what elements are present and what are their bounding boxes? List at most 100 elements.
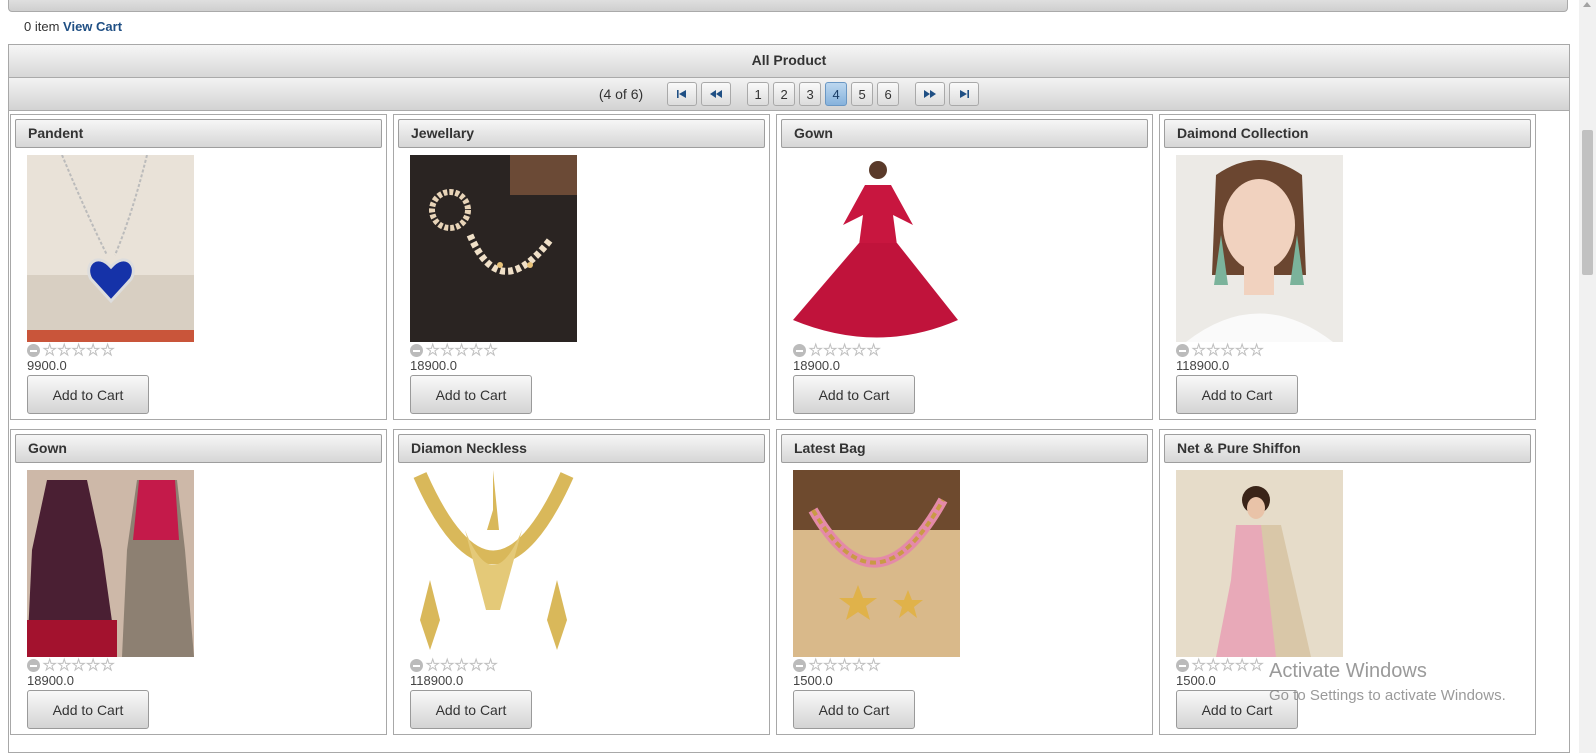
product-price: 1500.0 (1176, 673, 1216, 688)
gold-necklace-image[interactable] (410, 470, 577, 657)
first-page-icon (677, 90, 687, 98)
rating-widget[interactable]: ★ ★ ★ ★ ★ (793, 343, 881, 359)
last-page-icon (960, 90, 970, 98)
windows-activation-watermark: Activate Windows Go to Settings to activ… (1269, 660, 1506, 704)
star-icon[interactable]: ★ (866, 343, 880, 359)
star-icon[interactable]: ★ (1249, 343, 1263, 359)
product-title: Daimond Collection (1164, 119, 1531, 148)
star-icon[interactable]: ★ (425, 343, 439, 359)
page-4-button[interactable]: 4 (825, 82, 848, 106)
star-icon[interactable]: ★ (852, 658, 866, 674)
add-to-cart-button[interactable]: Add to Cart (793, 690, 915, 729)
star-icon[interactable]: ★ (57, 343, 71, 359)
scrollbar-thumb[interactable] (1582, 130, 1593, 275)
star-icon[interactable]: ★ (1249, 658, 1263, 674)
star-icon[interactable]: ★ (42, 658, 56, 674)
star-icon[interactable]: ★ (837, 343, 851, 359)
star-icon[interactable]: ★ (1191, 343, 1205, 359)
red-gown-image[interactable] (793, 155, 960, 342)
star-icon[interactable]: ★ (100, 658, 114, 674)
star-icon[interactable]: ★ (1220, 343, 1234, 359)
star-icon[interactable]: ★ (42, 343, 56, 359)
star-icon[interactable]: ★ (469, 658, 483, 674)
star-icon[interactable]: ★ (1235, 658, 1249, 674)
cancel-rating-icon[interactable] (1176, 659, 1189, 672)
star-icon[interactable]: ★ (86, 658, 100, 674)
star-icon[interactable]: ★ (808, 343, 822, 359)
rating-widget[interactable]: ★ ★ ★ ★ ★ (1176, 343, 1264, 359)
bag-chain-image[interactable] (793, 470, 960, 657)
star-icon[interactable]: ★ (808, 658, 822, 674)
page-5-button[interactable]: 5 (851, 82, 874, 106)
star-icon[interactable]: ★ (425, 658, 439, 674)
add-to-cart-button[interactable]: Add to Cart (410, 690, 532, 729)
pearl-set-image[interactable] (410, 155, 577, 342)
page-6-button[interactable]: 6 (877, 82, 900, 106)
pendant-image[interactable] (27, 155, 194, 342)
star-icon[interactable]: ★ (1191, 658, 1205, 674)
cancel-rating-icon[interactable] (793, 659, 806, 672)
star-icon[interactable]: ★ (1220, 658, 1234, 674)
product-title: Pandent (15, 119, 382, 148)
cancel-rating-icon[interactable] (410, 659, 423, 672)
cancel-rating-icon[interactable] (27, 659, 40, 672)
star-icon[interactable]: ★ (866, 658, 880, 674)
star-icon[interactable]: ★ (1206, 343, 1220, 359)
rating-widget[interactable]: ★ ★ ★ ★ ★ (410, 343, 498, 359)
cancel-rating-icon[interactable] (410, 344, 423, 357)
add-to-cart-button[interactable]: Add to Cart (1176, 375, 1298, 414)
prev-page-button[interactable] (701, 82, 732, 106)
star-icon[interactable]: ★ (71, 658, 85, 674)
star-icon[interactable]: ★ (837, 658, 851, 674)
add-to-cart-button[interactable]: Add to Cart (27, 375, 149, 414)
star-icon[interactable]: ★ (823, 343, 837, 359)
star-icon[interactable]: ★ (823, 658, 837, 674)
star-icon[interactable]: ★ (71, 343, 85, 359)
first-page-button[interactable] (667, 82, 698, 106)
scroll-up-arrow-icon[interactable] (1583, 2, 1591, 7)
prev-page-icon (710, 90, 723, 98)
star-icon[interactable]: ★ (454, 343, 468, 359)
rating-widget[interactable]: ★ ★ ★ ★ ★ (1176, 658, 1264, 674)
product-card: Daimond Collection ★ ★ ★ ★ ★ 118900.0 Add to… (1159, 114, 1536, 420)
add-to-cart-button[interactable]: Add to Cart (27, 690, 149, 729)
gowns-image[interactable] (27, 470, 194, 657)
star-icon[interactable]: ★ (440, 658, 454, 674)
star-icon[interactable]: ★ (469, 343, 483, 359)
cancel-rating-icon[interactable] (27, 344, 40, 357)
paginator: (4 of 6) 1 2 3 4 5 6 (9, 78, 1569, 111)
add-to-cart-button[interactable]: Add to Cart (793, 375, 915, 414)
cancel-rating-icon[interactable] (1176, 344, 1189, 357)
product-card: Diamon Neckless ★ ★ ★ ★ ★ 118900.0 Add to Ca… (393, 429, 770, 735)
star-icon[interactable]: ★ (57, 658, 71, 674)
star-icon[interactable]: ★ (483, 658, 497, 674)
add-to-cart-button[interactable]: Add to Cart (410, 375, 532, 414)
star-icon[interactable]: ★ (852, 343, 866, 359)
rating-widget[interactable]: ★ ★ ★ ★ ★ (27, 658, 115, 674)
page-3-button[interactable]: 3 (799, 82, 822, 106)
star-icon[interactable]: ★ (86, 343, 100, 359)
cancel-rating-icon[interactable] (793, 344, 806, 357)
product-price: 9900.0 (27, 358, 67, 373)
vertical-scrollbar[interactable] (1579, 0, 1596, 753)
next-page-button[interactable] (915, 82, 946, 106)
star-icon[interactable]: ★ (1235, 343, 1249, 359)
rating-widget[interactable]: ★ ★ ★ ★ ★ (27, 343, 115, 359)
star-icon[interactable]: ★ (1206, 658, 1220, 674)
star-icon[interactable]: ★ (100, 343, 114, 359)
rating-widget[interactable]: ★ ★ ★ ★ ★ (410, 658, 498, 674)
product-title: Diamon Neckless (398, 434, 765, 463)
product-title: Jewellary (398, 119, 765, 148)
view-cart-link[interactable]: View Cart (63, 19, 122, 34)
last-page-button[interactable] (949, 82, 980, 106)
saree-image[interactable] (1176, 470, 1343, 657)
product-title: Gown (781, 119, 1148, 148)
rating-widget[interactable]: ★ ★ ★ ★ ★ (793, 658, 881, 674)
star-icon[interactable]: ★ (440, 343, 454, 359)
page-1-button[interactable]: 1 (747, 82, 770, 106)
earrings-model-image[interactable] (1176, 155, 1343, 342)
page-2-button[interactable]: 2 (773, 82, 796, 106)
star-icon[interactable]: ★ (483, 343, 497, 359)
star-icon[interactable]: ★ (454, 658, 468, 674)
page-info: (4 of 6) (598, 86, 644, 102)
